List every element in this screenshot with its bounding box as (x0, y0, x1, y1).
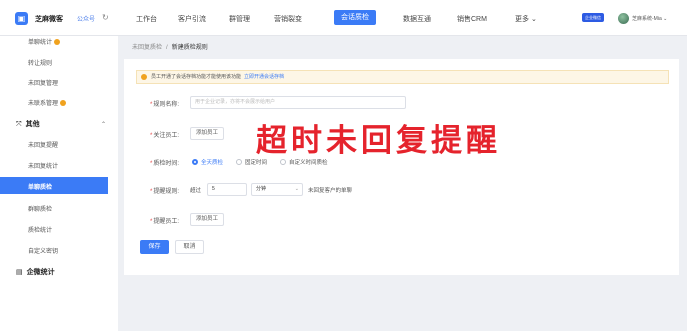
staff-label: *关注员工: (150, 133, 180, 139)
sidebar-item-group-chat-qc[interactable]: 群聊质检 (28, 204, 52, 213)
sidebar-item-custom-key[interactable]: 自定义密钥 (28, 246, 58, 255)
save-button[interactable]: 保存 (140, 240, 169, 254)
nav-item[interactable]: 数据互通 (403, 14, 431, 24)
expand-icon: ⤧ (16, 121, 22, 128)
radio-icon (192, 159, 198, 165)
warning-icon (141, 74, 147, 80)
refresh-icon[interactable]: ↻ (102, 13, 109, 22)
nav-item[interactable]: 客户引流 (178, 14, 206, 24)
vip-badge-icon (60, 100, 67, 106)
nav-item[interactable]: 群管理 (229, 14, 250, 24)
chevron-down-icon: ⌄ (294, 186, 299, 192)
qc-time-label: *质检时间: (150, 161, 180, 167)
enable-archive-link[interactable]: 立即开通会话存档 (244, 74, 284, 80)
remind-rule-suffix: 未回复客户的单聊 (308, 188, 353, 194)
nav-item[interactable]: 会话质检 (334, 10, 376, 25)
radio-all-day[interactable]: 全天质检 (192, 158, 223, 166)
wecom-status-badge: 企业微信 (582, 13, 604, 22)
nav-item[interactable]: 工作台 (136, 14, 157, 24)
avatar[interactable] (618, 13, 629, 24)
app-logo-icon[interactable]: ▣ (15, 12, 28, 25)
nav-item[interactable]: 销售CRM (457, 14, 487, 24)
minutes-input[interactable]: 5 (207, 183, 247, 196)
breadcrumb-current: 新建质检规则 (171, 45, 208, 51)
radio-icon (236, 159, 242, 165)
vip-badge-icon (54, 39, 61, 45)
user-menu[interactable]: 芝麻系统-Mia ⌄ (632, 15, 667, 22)
sidebar-item-single-chat-qc[interactable]: 单聊质检 (0, 177, 108, 194)
sidebar: 单聊统计 转让规则 未回复管理 未联系管理 ⤧ 其他 ⌃ 未回复提醒 未回复统计 … (0, 36, 118, 331)
channel-link[interactable]: 公众号 (77, 14, 95, 23)
unit-select[interactable]: 分钟 ⌄ (251, 183, 303, 196)
nav-item[interactable]: 营销裂变 (274, 14, 302, 24)
sidebar-item-transfer-rules[interactable]: 转让规则 (28, 58, 52, 67)
add-remind-staff-button[interactable]: 添加员工 (190, 213, 225, 226)
notice-banner: 员工开通了会话存档功能才能使用该功能 立即开通会话存档 (136, 70, 669, 84)
cancel-button[interactable]: 取消 (175, 240, 204, 254)
chart-icon: ▤ (16, 269, 23, 276)
chevron-up-icon[interactable]: ⌃ (101, 121, 106, 128)
sidebar-item-no-reply-mgmt[interactable]: 未回复管理 (28, 78, 58, 87)
sidebar-item-no-reply-stats[interactable]: 未回复统计 (28, 161, 58, 170)
breadcrumb: 未回复质检 / 新建质检规则 (132, 45, 208, 51)
nav-item[interactable]: 更多 ⌄ (515, 14, 537, 24)
sidebar-item-qc-stats[interactable]: 质检统计 (28, 225, 52, 234)
rule-name-label: *规则名称: (150, 102, 180, 108)
breadcrumb-parent[interactable]: 未回复质检 (132, 45, 162, 51)
exceed-prefix: 超过 (190, 188, 202, 194)
remind-rule-label: *提醒规则: (150, 189, 180, 195)
main-content: 未回复质检 / 新建质检规则 员工开通了会话存档功能才能使用该功能 立即开通会话存档 … (118, 36, 687, 331)
sidebar-group-other[interactable]: ⤧ 其他 (16, 119, 40, 129)
remind-staff-label: *提醒员工: (150, 219, 180, 225)
sidebar-item-single-chat-stats[interactable]: 单聊统计 (28, 37, 61, 46)
add-staff-button[interactable]: 添加员工 (190, 127, 225, 140)
app-name: 芝麻微客 (35, 16, 63, 23)
top-navbar: ▣ 芝麻微客 公众号 ↻ 工作台 客户引流 群管理 营销裂变 会话质检 数据互通 销售CRM… (0, 0, 687, 36)
annotation-overlay-text: 超时未回复提醒 (256, 123, 501, 159)
sidebar-group-wecom-stats[interactable]: ▤ 企微统计 (16, 267, 55, 277)
rule-form-card: 员工开通了会话存档功能才能使用该功能 立即开通会话存档 *规则名称: 用于企业记录… (124, 59, 679, 275)
sidebar-item-no-contact-mgmt[interactable]: 未联系管理 (28, 98, 67, 107)
sidebar-item-no-reply-remind[interactable]: 未回复提醒 (28, 140, 58, 149)
rule-name-input[interactable]: 用于企业记录，亦将不会展示给用户 (190, 96, 406, 109)
